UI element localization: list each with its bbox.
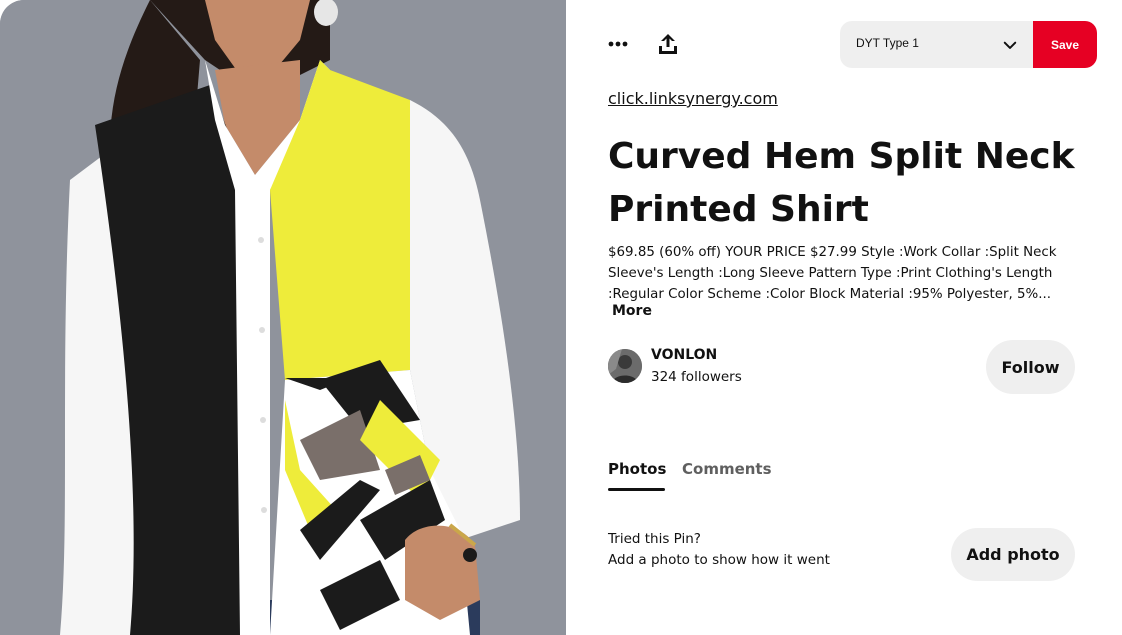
pin-title: Curved Hem Split Neck Printed Shirt — [608, 136, 1075, 230]
board-select-label: DYT Type 1 — [856, 36, 919, 50]
tried-subtitle: Add a photo to show how it went — [608, 552, 830, 568]
tab-photos[interactable]: Photos — [608, 460, 666, 478]
shirt-photo — [0, 0, 566, 635]
tried-title: Tried this Pin? — [608, 531, 701, 547]
pin-closeup-page: DYT Type 1 Save click.linksynergy.com Cu… — [0, 0, 1122, 635]
creator-avatar-image — [608, 349, 642, 383]
share-button[interactable] — [648, 24, 688, 64]
more-options-button[interactable] — [598, 24, 638, 64]
active-tab-indicator — [608, 488, 665, 491]
pin-details: DYT Type 1 Save click.linksynergy.com Cu… — [566, 0, 1122, 635]
pin-image[interactable] — [0, 0, 566, 635]
avatar[interactable] — [608, 349, 642, 383]
share-icon — [659, 34, 677, 54]
chevron-down-icon — [1003, 41, 1017, 49]
tab-comments[interactable]: Comments — [682, 460, 772, 478]
tried-this-pin: Tried this Pin? Add a photo to show how … — [608, 529, 830, 571]
creator-name[interactable]: VONLON — [651, 347, 717, 363]
pin-description: $69.85 (60% off) YOUR PRICE $27.99 Style… — [608, 245, 1057, 302]
creator-followers: 324 followers — [651, 369, 742, 385]
follow-button[interactable]: Follow — [986, 340, 1075, 394]
more-description-link[interactable]: More — [612, 303, 652, 319]
add-photo-button[interactable]: Add photo — [951, 528, 1075, 581]
board-select[interactable]: DYT Type 1 — [840, 21, 1033, 68]
save-button[interactable]: Save — [1033, 21, 1097, 68]
more-horizontal-icon — [608, 41, 628, 47]
source-link[interactable]: click.linksynergy.com — [608, 89, 778, 108]
